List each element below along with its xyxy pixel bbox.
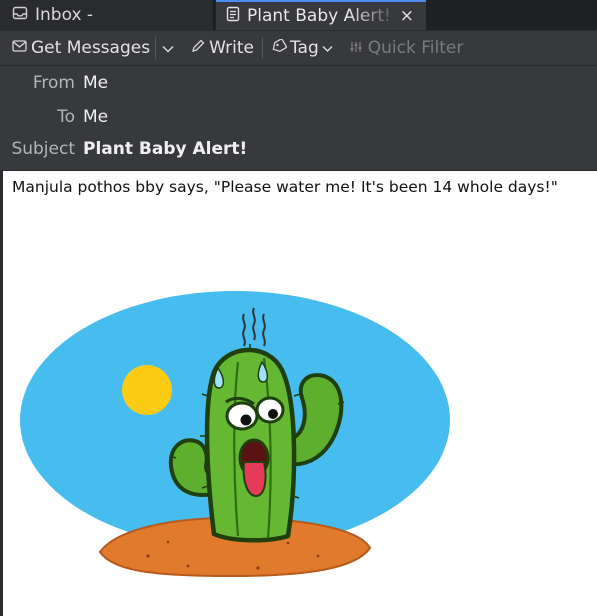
message-icon [226, 6, 247, 27]
close-icon[interactable]: × [400, 6, 414, 26]
to-row: To Me [0, 107, 597, 129]
from-row: From Me [0, 73, 597, 95]
tab-message[interactable]: Plant Baby Alert! × [216, 0, 426, 30]
message-text: Manjula pothos bby says, "Please water m… [12, 178, 558, 196]
from-label: From [32, 73, 75, 93]
write-button[interactable]: Write [191, 31, 254, 65]
pencil-icon [191, 38, 209, 58]
tag-icon [271, 37, 290, 58]
get-messages-label: Get Messages [31, 38, 151, 58]
toolbar-divider [261, 37, 263, 59]
tag-label: Tag [289, 38, 319, 58]
chevron-down-icon [162, 38, 174, 58]
thirsty-cactus-illustration [20, 291, 450, 578]
get-messages-icon [12, 38, 31, 58]
quick-filter-button[interactable]: Quick Filter [350, 31, 464, 65]
message-body: Manjula pothos bby says, "Please water m… [0, 171, 597, 616]
get-messages-button[interactable]: Get Messages [12, 31, 150, 65]
pane-edge [0, 171, 3, 616]
cactus-eye-left [225, 401, 259, 431]
chevron-down-icon [322, 38, 333, 58]
tab-inbox[interactable]: Inbox - [0, 0, 214, 30]
write-label: Write [209, 38, 254, 58]
inbox-icon [12, 5, 35, 26]
subject-value: Plant Baby Alert! [83, 139, 248, 159]
sun [122, 365, 172, 415]
get-messages-dropdown[interactable] [162, 31, 174, 65]
filter-icon [350, 38, 368, 58]
message-header: From Me To Me Subject Plant Baby Alert! [0, 66, 597, 171]
tag-button[interactable]: Tag [271, 31, 333, 65]
tab-bar: Inbox - Plant Baby Alert! × [0, 0, 597, 31]
message-toolbar: Get Messages Write Tag Quick Filter [0, 31, 597, 66]
to-value[interactable]: Me [83, 107, 108, 127]
subject-row: Subject Plant Baby Alert! [0, 139, 597, 161]
to-label: To [57, 107, 75, 127]
subject-label: Subject [11, 139, 75, 159]
quick-filter-label: Quick Filter [367, 38, 464, 58]
tab-message-label: Plant Baby Alert! [247, 6, 391, 26]
from-value[interactable]: Me [83, 73, 108, 93]
tab-inbox-label: Inbox - [35, 5, 94, 25]
toolbar-divider [155, 37, 157, 59]
